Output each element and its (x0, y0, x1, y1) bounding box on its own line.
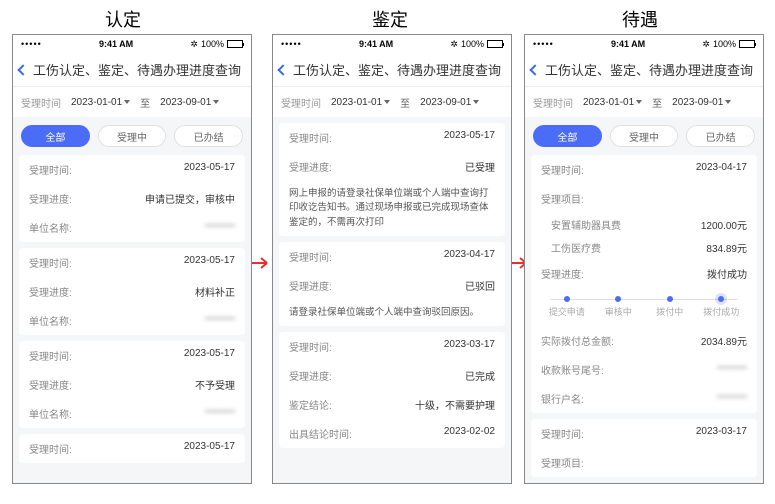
date-from[interactable]: 2023-01-01 (331, 97, 390, 108)
date-from[interactable]: 2023-01-01 (583, 97, 642, 108)
card-note: 网上申报的请登录社保单位端或个人端中查询打印收讫告知书。通过现场申报或已完成现场… (279, 181, 505, 236)
caret-down-icon (636, 100, 642, 104)
back-icon[interactable] (17, 64, 28, 75)
progress-timeline: 提交申请 审核中 拨付中 拨付成功 (531, 288, 757, 326)
case-card[interactable]: 受理时间:2023-03-17 受理项目: (531, 419, 757, 477)
signal-icon: ••••• (21, 39, 42, 49)
tab-processing[interactable]: 受理中 (610, 125, 679, 147)
signal-icon: ••••• (281, 39, 302, 49)
case-card[interactable]: 受理时间:2023-04-17 受理项目: 安置辅助器具费1200.00元 工伤… (531, 155, 757, 413)
tl-step-paid: 拨付成功 (696, 296, 748, 318)
tl-step-review: 审核中 (593, 296, 645, 318)
page-header: 工伤认定、鉴定、待遇办理进度查询 (13, 53, 251, 87)
tab-all[interactable]: 全部 (533, 125, 602, 147)
date-from[interactable]: 2023-01-01 (71, 97, 130, 108)
bluetooth-icon: ✲ (190, 39, 198, 50)
caret-down-icon (124, 100, 130, 104)
tab-processing[interactable]: 受理中 (98, 125, 167, 147)
date-to[interactable]: 2023-09-01 (672, 97, 731, 108)
date-sep: 至 (140, 95, 150, 110)
back-icon[interactable] (277, 64, 288, 75)
status-bar: ••••• 9:41 AM ✲100% (273, 35, 511, 53)
case-card[interactable]: 受理时间: 2023-05-17 受理进度: 申请已提交，审核中 单位名称: ——— (19, 155, 245, 242)
tab-all[interactable]: 全部 (21, 125, 90, 147)
status-bar: ••••• 9:41 AM ✲100% (13, 35, 251, 53)
date-filter[interactable]: 受理时间 2023-01-01 至 2023-09-01 (525, 87, 763, 117)
date-label: 受理时间 (21, 95, 61, 110)
caret-down-icon (213, 100, 219, 104)
battery-icon (739, 40, 755, 48)
page-title: 工伤认定、鉴定、待遇办理进度查询 (33, 60, 241, 79)
label-renzheng: 认定 (105, 6, 141, 32)
signal-icon: ••••• (533, 39, 554, 49)
case-card[interactable]: 受理时间:2023-03-17 受理进度:已完成 鉴定结论:十级，不需要护理 出… (279, 332, 505, 448)
battery-text: 100% (201, 39, 224, 49)
tl-step-submit: 提交申请 (541, 296, 593, 318)
caret-down-icon (725, 100, 731, 104)
arrow-icon (251, 256, 273, 270)
unit-value: ——— (205, 220, 235, 235)
status-bar: ••••• 9:41 AM ✲100% (525, 35, 763, 53)
tab-done[interactable]: 已办结 (686, 125, 755, 147)
status-time: 9:41 AM (99, 39, 133, 49)
battery-icon (227, 40, 243, 48)
accept-time-value: 2023-05-17 (184, 162, 235, 177)
label-daiyu: 待遇 (622, 6, 658, 32)
case-card[interactable]: 受理时间:2023-05-17 受理进度:材料补正 单位名称:——— (19, 248, 245, 335)
back-icon[interactable] (529, 64, 540, 75)
page-header: 工伤认定、鉴定、待遇办理进度查询 (525, 53, 763, 87)
battery-icon (487, 40, 503, 48)
label-jianding: 鉴定 (372, 6, 408, 32)
case-card[interactable]: 受理时间:2023-05-17 (19, 434, 245, 463)
tl-step-paying: 拨付中 (644, 296, 696, 318)
tab-done[interactable]: 已办结 (174, 125, 243, 147)
progress-label: 受理进度: (29, 191, 72, 206)
bluetooth-icon: ✲ (702, 39, 710, 50)
progress-value: 申请已提交，审核中 (145, 191, 235, 206)
date-to[interactable]: 2023-09-01 (420, 97, 479, 108)
caret-down-icon (384, 100, 390, 104)
case-card[interactable]: 受理时间:2023-05-17 受理进度:不予受理 单位名称:——— (19, 341, 245, 428)
bluetooth-icon: ✲ (450, 39, 458, 50)
card-note: 请登录社保单位端或个人端中查询驳回原因。 (279, 300, 505, 326)
date-to[interactable]: 2023-09-01 (160, 97, 219, 108)
page-header: 工伤认定、鉴定、待遇办理进度查询 (273, 53, 511, 87)
unit-label: 单位名称: (29, 220, 72, 235)
date-filter[interactable]: 受理时间 2023-01-01 至 2023-09-01 (13, 87, 251, 117)
caret-down-icon (473, 100, 479, 104)
case-card[interactable]: 受理时间:2023-05-17 受理进度:已受理 网上申报的请登录社保单位端或个… (279, 123, 505, 236)
accept-time-label: 受理时间: (29, 162, 72, 177)
case-card[interactable]: 受理时间:2023-04-17 受理进度:已驳回 请登录社保单位端或个人端中查询… (279, 242, 505, 326)
date-filter[interactable]: 受理时间 2023-01-01 至 2023-09-01 (273, 87, 511, 117)
